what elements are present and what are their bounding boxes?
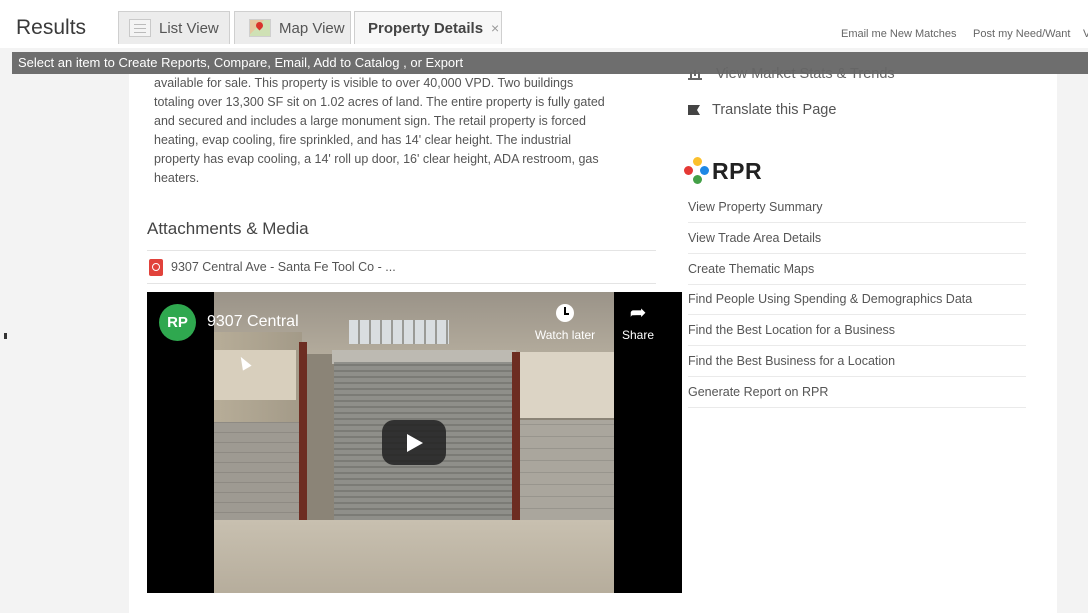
video-player[interactable]: RP 9307 Central Watch later ➦ Share bbox=[147, 292, 682, 593]
rpr-link-list: View Property Summary View Trade Area De… bbox=[688, 193, 1026, 409]
translate-page-link[interactable]: Translate this Page bbox=[688, 102, 836, 118]
rpr-link-best-business[interactable]: Find the Best Business for a Location bbox=[688, 347, 1026, 377]
watch-later-label: Watch later bbox=[534, 328, 596, 342]
description-line: property has evap cooling, a 14' roll up… bbox=[154, 152, 599, 166]
rpr-logo: RPR bbox=[684, 156, 762, 186]
rpr-link-view-property-summary[interactable]: View Property Summary bbox=[688, 193, 1026, 223]
rpr-link-create-thematic-maps[interactable]: Create Thematic Maps bbox=[688, 255, 1026, 285]
rpr-link-generate-report[interactable]: Generate Report on RPR bbox=[688, 378, 1026, 408]
pdf-icon bbox=[149, 258, 163, 276]
page-title: Results bbox=[16, 16, 87, 39]
share-arrow-icon: ➦ bbox=[629, 302, 647, 324]
play-button[interactable] bbox=[382, 420, 446, 465]
attachment-link[interactable]: 9307 Central Ave - Santa Fe Tool Co - ..… bbox=[149, 256, 396, 278]
market-stats-label: View Market Stats & Trends bbox=[716, 66, 895, 82]
description-line: heaters. bbox=[154, 171, 200, 185]
truncated-link[interactable]: V bbox=[1083, 28, 1088, 40]
tab-list-view[interactable]: List View bbox=[118, 11, 230, 44]
translate-label: Translate this Page bbox=[712, 102, 837, 118]
map-view-icon bbox=[249, 19, 271, 37]
rpr-link-find-people[interactable]: Find People Using Spending & Demographic… bbox=[688, 285, 1026, 316]
tab-label: Property Details bbox=[368, 19, 484, 37]
content-panel: available for sale. This property is vis… bbox=[12, 66, 1088, 613]
top-bar: Results List View Map View Property Deta… bbox=[0, 0, 1088, 48]
rpr-logo-text: RPR bbox=[712, 157, 763, 184]
close-tab-icon[interactable]: × bbox=[491, 20, 499, 36]
bar-chart-icon bbox=[688, 68, 702, 80]
divider bbox=[147, 283, 656, 284]
attachments-heading: Attachments & Media bbox=[147, 219, 309, 238]
tab-property-details[interactable]: Property Details × bbox=[354, 11, 502, 44]
scroll-marker bbox=[4, 333, 7, 339]
share-button[interactable]: ➦ Share bbox=[613, 302, 663, 342]
email-new-matches-link[interactable]: Email me New Matches bbox=[841, 28, 957, 40]
channel-avatar[interactable]: RP bbox=[159, 304, 196, 341]
rpr-link-best-location[interactable]: Find the Best Location for a Business bbox=[688, 316, 1026, 347]
post-need-want-link[interactable]: Post my Need/Want bbox=[973, 28, 1070, 40]
tab-label: List View bbox=[159, 19, 219, 37]
divider bbox=[147, 250, 656, 251]
description-line: totaling over 13,300 SF sit on 1.02 acre… bbox=[154, 95, 605, 109]
rpr-logo-icon bbox=[684, 156, 710, 186]
instruction-bar: Select an item to Create Reports, Compar… bbox=[12, 52, 1088, 74]
rpr-link-view-trade-area-details[interactable]: View Trade Area Details bbox=[688, 224, 1026, 254]
description-line: heating, evap cooling, fire sprinkled, a… bbox=[154, 133, 571, 147]
flag-icon bbox=[688, 105, 700, 115]
list-view-icon bbox=[129, 19, 151, 37]
left-gutter bbox=[12, 74, 129, 613]
attachment-file-name: 9307 Central Ave - Santa Fe Tool Co - ..… bbox=[171, 260, 396, 274]
right-gutter bbox=[1057, 74, 1088, 613]
property-description: available for sale. This property is vis… bbox=[154, 74, 674, 188]
watch-later-button[interactable]: Watch later bbox=[525, 304, 605, 342]
video-title[interactable]: 9307 Central bbox=[207, 313, 299, 331]
share-label: Share bbox=[621, 328, 655, 342]
description-line: and secured and includes a large monumen… bbox=[154, 114, 586, 128]
market-stats-link[interactable]: View Market Stats & Trends bbox=[688, 66, 895, 82]
clock-icon bbox=[556, 304, 574, 322]
tab-map-view[interactable]: Map View bbox=[234, 11, 351, 44]
description-line: available for sale. This property is vis… bbox=[154, 76, 574, 90]
tab-label: Map View bbox=[279, 19, 345, 37]
